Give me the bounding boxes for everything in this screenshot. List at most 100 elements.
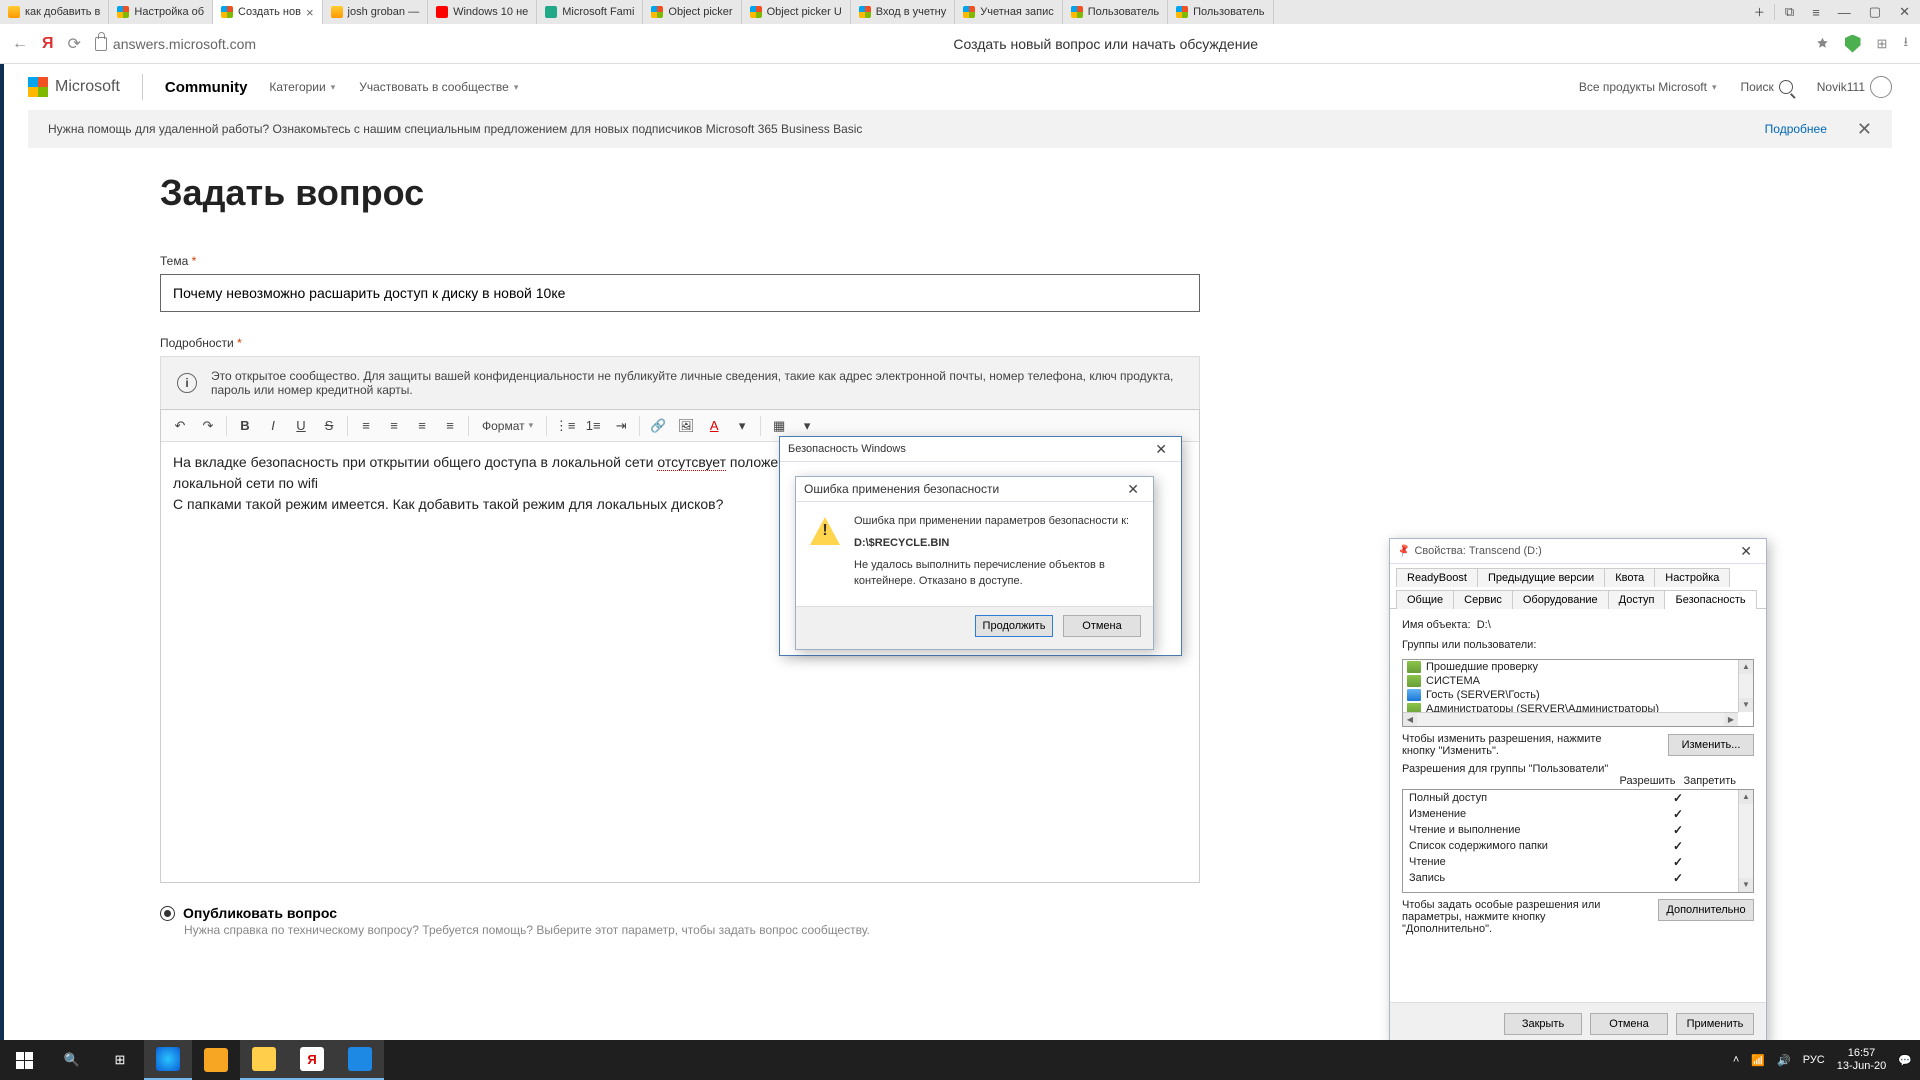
taskbar-app-yandex[interactable]: Я bbox=[288, 1040, 336, 1080]
cancel-button[interactable]: Отмена bbox=[1063, 615, 1141, 637]
maximize-button[interactable]: ▢ bbox=[1869, 4, 1881, 20]
nav-participate[interactable]: Участвовать в сообществе▾ bbox=[359, 80, 518, 94]
browser-tab[interactable]: Создать нов× bbox=[213, 0, 323, 24]
browser-tab[interactable]: Пользователь bbox=[1063, 0, 1168, 24]
close-window-button[interactable]: ✕ bbox=[1899, 4, 1910, 20]
italic-button[interactable]: I bbox=[260, 413, 286, 439]
browser-tab[interactable]: Object picker bbox=[643, 0, 741, 24]
properties-tab[interactable]: Оборудование bbox=[1512, 590, 1609, 609]
downloads-icon[interactable]: ⭳ bbox=[1903, 33, 1908, 55]
properties-tab[interactable]: Квота bbox=[1604, 568, 1655, 587]
browser-tab[interactable]: Windows 10 не bbox=[428, 0, 537, 24]
minimize-button[interactable]: ― bbox=[1838, 5, 1851, 20]
properties-tab[interactable]: Настройка bbox=[1654, 568, 1730, 587]
table-button[interactable]: ▦ bbox=[766, 413, 792, 439]
search-button[interactable]: 🔍 bbox=[48, 1040, 96, 1080]
strike-button[interactable]: S bbox=[316, 413, 342, 439]
taskbar-app-explorer[interactable] bbox=[240, 1040, 288, 1080]
group-item[interactable]: Прошедшие проверку bbox=[1403, 660, 1753, 674]
nav-categories[interactable]: Категории▾ bbox=[269, 80, 335, 94]
allow-check: ✓ bbox=[1659, 855, 1697, 869]
apply-button[interactable]: Применить bbox=[1676, 1013, 1754, 1035]
scrollbar-vertical[interactable] bbox=[1738, 790, 1753, 892]
language-indicator[interactable]: РУС bbox=[1803, 1054, 1825, 1066]
redo-button[interactable]: ↷ bbox=[195, 413, 221, 439]
edit-button[interactable]: Изменить... bbox=[1668, 734, 1754, 756]
browser-tab[interactable]: Вход в учетну bbox=[851, 0, 955, 24]
user-menu[interactable]: Novik111 bbox=[1817, 76, 1892, 98]
ol-button[interactable]: 1≡ bbox=[580, 413, 606, 439]
properties-tab[interactable]: Общие bbox=[1396, 590, 1454, 609]
notifications-icon[interactable]: 💬 bbox=[1898, 1054, 1912, 1067]
format-dropdown[interactable]: Формат▾ bbox=[474, 419, 541, 433]
extensions-icon[interactable]: ⊞ bbox=[1877, 36, 1888, 52]
align-justify-button[interactable]: ≡ bbox=[437, 413, 463, 439]
tray-expand-icon[interactable]: ˄ bbox=[1733, 1054, 1739, 1066]
reload-button[interactable]: ⟳ bbox=[68, 34, 81, 54]
products-menu[interactable]: Все продукты Microsoft▾ bbox=[1579, 80, 1717, 94]
back-button[interactable]: ← bbox=[12, 35, 28, 53]
properties-tab[interactable]: ReadyBoost bbox=[1396, 568, 1478, 587]
more-menu[interactable]: ▾ bbox=[794, 413, 820, 439]
font-color-button[interactable]: A bbox=[701, 413, 727, 439]
new-tab-button[interactable]: ＋ bbox=[1745, 4, 1775, 20]
font-color-menu[interactable]: ▾ bbox=[729, 413, 755, 439]
align-right-button[interactable]: ≡ bbox=[409, 413, 435, 439]
browser-menu-icon[interactable]: ≡ bbox=[1812, 5, 1820, 20]
scrollbar-horizontal[interactable] bbox=[1403, 712, 1738, 726]
group-item[interactable]: Гость (SERVER\Гость) bbox=[1403, 688, 1753, 702]
scrollbar-vertical[interactable] bbox=[1738, 660, 1753, 712]
microsoft-logo[interactable]: Microsoft bbox=[28, 77, 120, 97]
subject-input[interactable] bbox=[160, 274, 1200, 312]
tab-close-icon[interactable]: × bbox=[306, 5, 314, 20]
link-button[interactable]: 🔗 bbox=[645, 413, 671, 439]
banner-close-icon[interactable]: ✕ bbox=[1857, 119, 1872, 140]
task-view-button[interactable]: ⊞ bbox=[96, 1040, 144, 1080]
search-button[interactable]: Поиск bbox=[1740, 80, 1792, 94]
start-button[interactable] bbox=[0, 1040, 48, 1080]
ul-button[interactable]: ⋮≡ bbox=[552, 413, 578, 439]
browser-tab[interactable]: Пользователь bbox=[1168, 0, 1273, 24]
underline-button[interactable]: U bbox=[288, 413, 314, 439]
yandex-home-icon[interactable]: Я bbox=[42, 35, 54, 53]
align-left-button[interactable]: ≡ bbox=[353, 413, 379, 439]
cancel-button[interactable]: Отмена bbox=[1590, 1013, 1668, 1035]
url-field[interactable]: answers.microsoft.com bbox=[95, 36, 395, 52]
group-item[interactable]: СИСТЕМА bbox=[1403, 674, 1753, 688]
taskbar-app-edge[interactable] bbox=[144, 1040, 192, 1080]
properties-tab[interactable]: Сервис bbox=[1453, 590, 1513, 609]
image-button[interactable]: 🖼 bbox=[673, 413, 699, 439]
close-icon[interactable]: ✕ bbox=[1734, 543, 1758, 560]
volume-icon[interactable]: 🔊 bbox=[1777, 1054, 1791, 1067]
browser-tab[interactable]: Microsoft Fami bbox=[537, 0, 643, 24]
close-icon[interactable]: ✕ bbox=[1149, 441, 1173, 458]
taskbar-app-winamp[interactable] bbox=[192, 1040, 240, 1080]
close-icon[interactable]: ✕ bbox=[1121, 481, 1145, 498]
browser-tab[interactable]: josh groban — bbox=[323, 0, 429, 24]
community-link[interactable]: Community bbox=[165, 79, 248, 96]
banner-link[interactable]: Подробнее bbox=[1765, 122, 1827, 136]
browser-tab[interactable]: Настройка об bbox=[109, 0, 213, 24]
properties-tab[interactable]: Безопасность bbox=[1664, 590, 1756, 609]
bookmark-icon[interactable]: 🟊 bbox=[1817, 33, 1829, 55]
continue-button[interactable]: Продолжить bbox=[975, 615, 1053, 637]
wifi-icon[interactable]: 📶 bbox=[1751, 1054, 1765, 1067]
window-list-icon[interactable]: ⧉ bbox=[1785, 4, 1794, 20]
properties-tab[interactable]: Доступ bbox=[1608, 590, 1666, 609]
align-center-button[interactable]: ≡ bbox=[381, 413, 407, 439]
properties-tab[interactable]: Предыдущие версии bbox=[1477, 568, 1605, 587]
groups-listbox[interactable]: Прошедшие проверкуСИСТЕМАГость (SERVER\Г… bbox=[1402, 659, 1754, 727]
browser-tab[interactable]: Object picker U bbox=[742, 0, 851, 24]
bold-button[interactable]: B bbox=[232, 413, 258, 439]
permissions-table[interactable]: Полный доступ✓Изменение✓Чтение и выполне… bbox=[1402, 789, 1754, 893]
advanced-button[interactable]: Дополнительно bbox=[1658, 899, 1754, 921]
protect-icon[interactable] bbox=[1845, 35, 1861, 53]
permission-row: Запись✓ bbox=[1403, 870, 1753, 886]
browser-tab[interactable]: Учетная запис bbox=[955, 0, 1062, 24]
undo-button[interactable]: ↶ bbox=[167, 413, 193, 439]
close-button[interactable]: Закрыть bbox=[1504, 1013, 1582, 1035]
clock[interactable]: 16:57 13-Jun-20 bbox=[1837, 1047, 1887, 1073]
browser-tab[interactable]: как добавить в bbox=[0, 0, 109, 24]
taskbar-app-teamviewer[interactable] bbox=[336, 1040, 384, 1080]
indent-button[interactable]: ⇥ bbox=[608, 413, 634, 439]
